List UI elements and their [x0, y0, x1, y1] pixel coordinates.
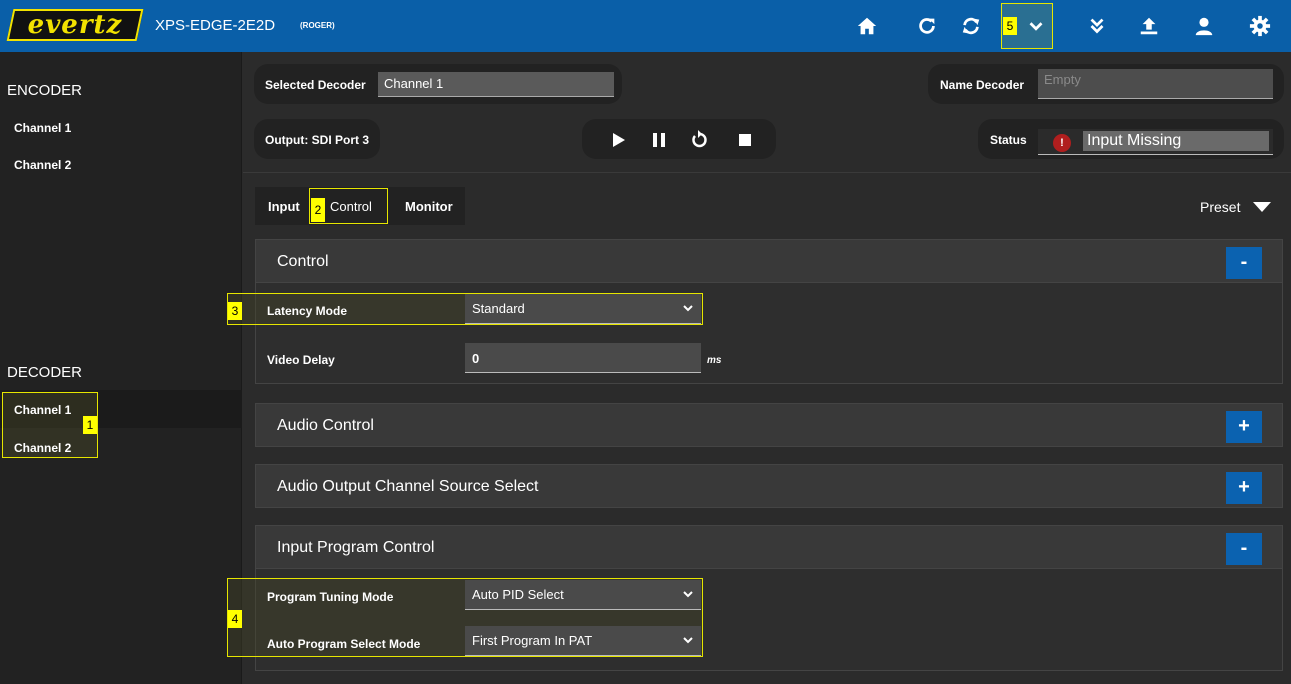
upload-icon[interactable] [1135, 12, 1163, 40]
status-value: Input Missing [1083, 131, 1269, 151]
sidebar-item-decoder-channel-1[interactable]: Channel 1 [14, 403, 71, 417]
selected-decoder-field[interactable]: Channel 1 [378, 72, 614, 97]
device-subtitle: (ROGER) [300, 21, 335, 30]
video-delay-unit: ms [707, 355, 722, 366]
expand-audio-output-button[interactable]: + [1226, 472, 1262, 504]
evertz-logo: evertz [6, 9, 144, 41]
home-icon[interactable] [853, 12, 881, 40]
sidebar-item-encoder-channel-1[interactable]: Channel 1 [14, 121, 71, 135]
control-panel-header: Control - [255, 239, 1283, 283]
expand-audio-control-button[interactable]: + [1226, 411, 1262, 443]
error-icon: ! [1053, 134, 1071, 152]
selected-decoder-label: Selected Decoder [265, 78, 366, 92]
sidebar-item-decoder-channel-2[interactable]: Channel 2 [14, 441, 71, 455]
sidebar-item-encoder-channel-2[interactable]: Channel 2 [14, 158, 71, 172]
name-decoder-input[interactable]: Empty [1038, 69, 1273, 99]
annotation-badge-5: 5 [1003, 17, 1017, 35]
user-icon[interactable] [1190, 12, 1218, 40]
chevron-down-icon [683, 637, 693, 644]
preset-dropdown-icon[interactable] [1253, 200, 1271, 212]
device-name: XPS-EDGE-2E2D [155, 17, 276, 34]
annotation-badge-1: 1 [83, 416, 97, 434]
top-bar: evertz XPS-EDGE-2E2D (ROGER) 5 [0, 0, 1291, 52]
audio-output-panel-header: Audio Output Channel Source Select + [255, 464, 1283, 508]
divider [243, 172, 1291, 173]
video-delay-input[interactable]: 0 [465, 343, 701, 373]
sidebar: ENCODER Channel 1 Channel 2 DECODER Chan… [0, 52, 242, 684]
play-icon[interactable] [610, 131, 628, 149]
chevron-down-icon[interactable] [1022, 12, 1050, 40]
input-program-panel-header: Input Program Control - [255, 525, 1283, 569]
tab-monitor[interactable]: Monitor [405, 199, 453, 214]
annotation-badge-4: 4 [228, 610, 242, 628]
encoder-section-title: ENCODER [7, 82, 83, 99]
control-panel-title: Control [277, 253, 329, 270]
sync-icon[interactable] [957, 12, 985, 40]
pause-icon[interactable] [650, 131, 668, 149]
gear-icon[interactable] [1246, 12, 1274, 40]
annotation-badge-3: 3 [228, 302, 242, 320]
latency-mode-select[interactable]: Standard [465, 294, 701, 324]
program-tuning-mode-value: Auto PID Select [472, 587, 564, 602]
audio-output-title: Audio Output Channel Source Select [277, 478, 539, 495]
annotation-badge-2: 2 [311, 198, 325, 222]
collapse-control-button[interactable]: - [1226, 247, 1262, 279]
auto-program-select-mode-value: First Program In PAT [472, 633, 593, 648]
audio-control-title: Audio Control [277, 417, 374, 434]
input-program-title: Input Program Control [277, 539, 435, 556]
restart-icon[interactable] [689, 130, 709, 150]
program-tuning-mode-select[interactable]: Auto PID Select [465, 580, 701, 610]
stop-icon[interactable] [738, 133, 752, 147]
preset-label[interactable]: Preset [1200, 199, 1240, 215]
double-chevron-down-icon[interactable] [1083, 12, 1111, 40]
name-decoder-label: Name Decoder [940, 78, 1025, 92]
chevron-down-icon [683, 305, 693, 312]
tab-control[interactable]: Control [330, 199, 372, 214]
audio-control-panel-header: Audio Control + [255, 403, 1283, 447]
output-label: Output: SDI Port 3 [265, 133, 369, 147]
tab-input[interactable]: Input [268, 199, 300, 214]
auto-program-select-mode-label: Auto Program Select Mode [267, 637, 421, 651]
auto-program-select-mode-select[interactable]: First Program In PAT [465, 626, 701, 656]
latency-mode-label: Latency Mode [267, 304, 348, 318]
refresh-icon[interactable] [913, 12, 941, 40]
video-delay-label: Video Delay [267, 353, 335, 367]
program-tuning-mode-label: Program Tuning Mode [267, 590, 394, 604]
status-label: Status [990, 133, 1027, 147]
latency-mode-value: Standard [472, 301, 525, 316]
chevron-down-icon [683, 591, 693, 598]
collapse-input-program-button[interactable]: - [1226, 533, 1262, 565]
decoder-section-title: DECODER [7, 364, 83, 381]
